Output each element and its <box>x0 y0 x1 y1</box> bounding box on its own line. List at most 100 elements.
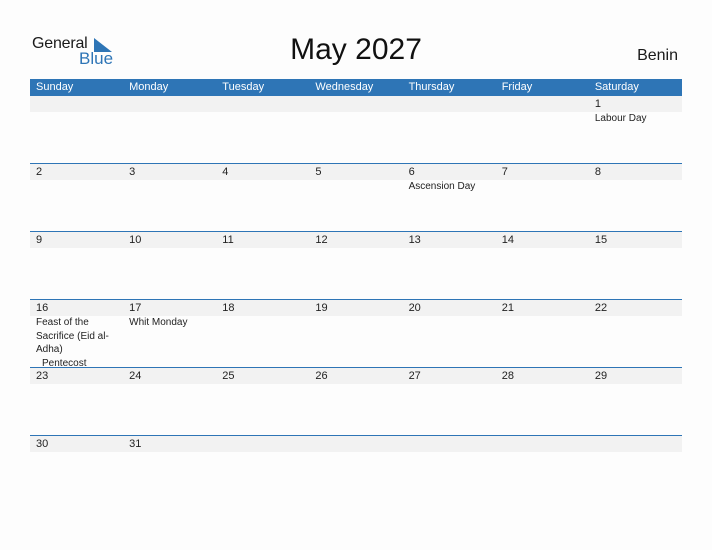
day-number: 20 <box>408 302 421 314</box>
weekday-wednesday: Wednesday <box>315 81 374 93</box>
day-number: 10 <box>129 234 142 246</box>
day-number <box>595 436 682 452</box>
day-cell[interactable]: 1 Labour Day <box>589 96 682 126</box>
day-cell[interactable]: 26 <box>309 368 402 384</box>
day-number: 31 <box>129 438 142 450</box>
day-number: 21 <box>501 302 514 314</box>
day-cell[interactable]: 15 <box>589 232 682 248</box>
week-row: 23 24 25 26 27 28 29 <box>30 367 682 435</box>
day-number <box>502 96 589 112</box>
day-number: 8 <box>594 166 601 178</box>
day-number: 26 <box>315 370 328 382</box>
day-cell[interactable]: 12 <box>309 232 402 248</box>
day-number <box>36 96 123 112</box>
day-cell[interactable]: 18 <box>216 300 309 370</box>
day-cell <box>403 96 496 126</box>
day-cell[interactable]: 30 <box>30 436 123 452</box>
day-number: 28 <box>501 370 514 382</box>
day-number: 22 <box>594 302 608 314</box>
day-cell <box>589 436 682 452</box>
day-number <box>222 96 309 112</box>
day-number <box>315 96 402 112</box>
weekday-friday: Friday <box>501 81 533 93</box>
day-number: 3 <box>129 166 136 178</box>
day-cell[interactable]: 31 <box>123 436 216 452</box>
day-cell[interactable]: 25 <box>216 368 309 384</box>
day-cell[interactable]: 3 <box>123 164 216 194</box>
day-number <box>502 436 589 452</box>
day-number: 6 <box>408 166 415 178</box>
day-number <box>409 436 496 452</box>
day-number: 29 <box>594 370 608 382</box>
day-cell[interactable]: 9 <box>30 232 123 248</box>
day-cell[interactable]: 22 <box>589 300 682 370</box>
week-row: 30 31 <box>30 435 682 503</box>
weekday-sunday: Sunday <box>36 81 74 93</box>
day-number: 24 <box>129 370 142 382</box>
day-cell[interactable]: 17 Whit Monday <box>123 300 216 370</box>
day-cell[interactable]: 24 <box>123 368 216 384</box>
weekday-monday: Monday <box>129 81 169 93</box>
week-cells: 30 31 <box>30 436 682 452</box>
day-cell <box>216 436 309 452</box>
day-cell[interactable]: 20 <box>403 300 496 370</box>
day-cell[interactable]: 2 <box>30 164 123 194</box>
holiday-event: Whit Monday <box>129 317 188 328</box>
week-cells: 16 Feast of the Sacrifice (Eid al-Adha) Pe… <box>30 300 682 370</box>
day-number: 19 <box>315 302 328 314</box>
day-cell <box>403 436 496 452</box>
day-cell[interactable]: 16 Feast of the Sacrifice (Eid al-Adha) Pe… <box>30 300 123 370</box>
weekday-tuesday: Tuesday <box>222 81 265 93</box>
week-row: 2 3 4 5 6 Ascension Day 7 8 <box>30 163 682 231</box>
day-cell[interactable]: 14 <box>496 232 589 248</box>
day-cell <box>309 436 402 452</box>
day-number: 2 <box>36 166 43 178</box>
day-cell <box>309 96 402 126</box>
day-cell[interactable]: 4 <box>216 164 309 194</box>
day-number <box>315 436 402 452</box>
day-cell[interactable]: 13 <box>403 232 496 248</box>
day-cell[interactable]: 28 <box>496 368 589 384</box>
day-number: 4 <box>222 166 229 178</box>
day-cell[interactable]: 8 <box>589 164 682 194</box>
week-row: 16 Feast of the Sacrifice (Eid al-Adha) Pe… <box>30 299 682 370</box>
day-number: 30 <box>36 438 49 450</box>
day-number: 27 <box>408 370 421 382</box>
day-cell[interactable]: 10 <box>123 232 216 248</box>
day-cell[interactable]: 29 <box>589 368 682 384</box>
weekday-header: Sunday Monday Tuesday Wednesday Thursday Frid… <box>30 79 682 96</box>
day-number: 7 <box>501 166 508 178</box>
day-cell[interactable]: 6 Ascension Day <box>403 164 496 194</box>
week-cells: 2 3 4 5 6 Ascension Day 7 8 <box>30 164 682 194</box>
day-number: 13 <box>408 234 421 246</box>
day-number: 11 <box>222 234 234 246</box>
day-number <box>129 96 216 112</box>
day-number <box>409 96 496 112</box>
day-cell[interactable]: 21 <box>496 300 589 370</box>
day-number: 9 <box>36 234 43 246</box>
weeks-container: 1 Labour Day 2 3 4 5 6 Ascension Day 7 8 9 10 11 12 13… <box>30 96 682 503</box>
day-cell <box>496 436 589 452</box>
calendar-grid: Sunday Monday Tuesday Wednesday Thursday Frid… <box>30 79 682 503</box>
holiday-event: Labour Day <box>594 113 647 124</box>
day-number: 1 <box>594 98 601 110</box>
weekday-thursday: Thursday <box>408 81 455 93</box>
day-number: 16 <box>36 302 49 314</box>
day-cell[interactable]: 19 <box>309 300 402 370</box>
day-cell[interactable]: 11 <box>216 232 309 248</box>
day-cell[interactable]: 23 <box>30 368 123 384</box>
week-row: 1 Labour Day <box>30 96 682 163</box>
holiday-event: Ascension Day <box>408 181 476 192</box>
day-cell[interactable]: 27 <box>403 368 496 384</box>
day-cell[interactable]: 7 <box>496 164 589 194</box>
day-number <box>222 436 309 452</box>
day-cell <box>216 96 309 126</box>
day-number: 25 <box>222 370 235 382</box>
holiday-event: Feast of the Sacrifice (Eid al-Adha) <box>36 317 109 355</box>
day-number: 14 <box>501 234 514 246</box>
week-cells: 23 24 25 26 27 28 29 <box>30 368 682 384</box>
day-cell <box>30 96 123 126</box>
day-number: 18 <box>222 302 235 314</box>
day-cell[interactable]: 5 <box>309 164 402 194</box>
weekday-saturday: Saturday <box>594 81 639 93</box>
